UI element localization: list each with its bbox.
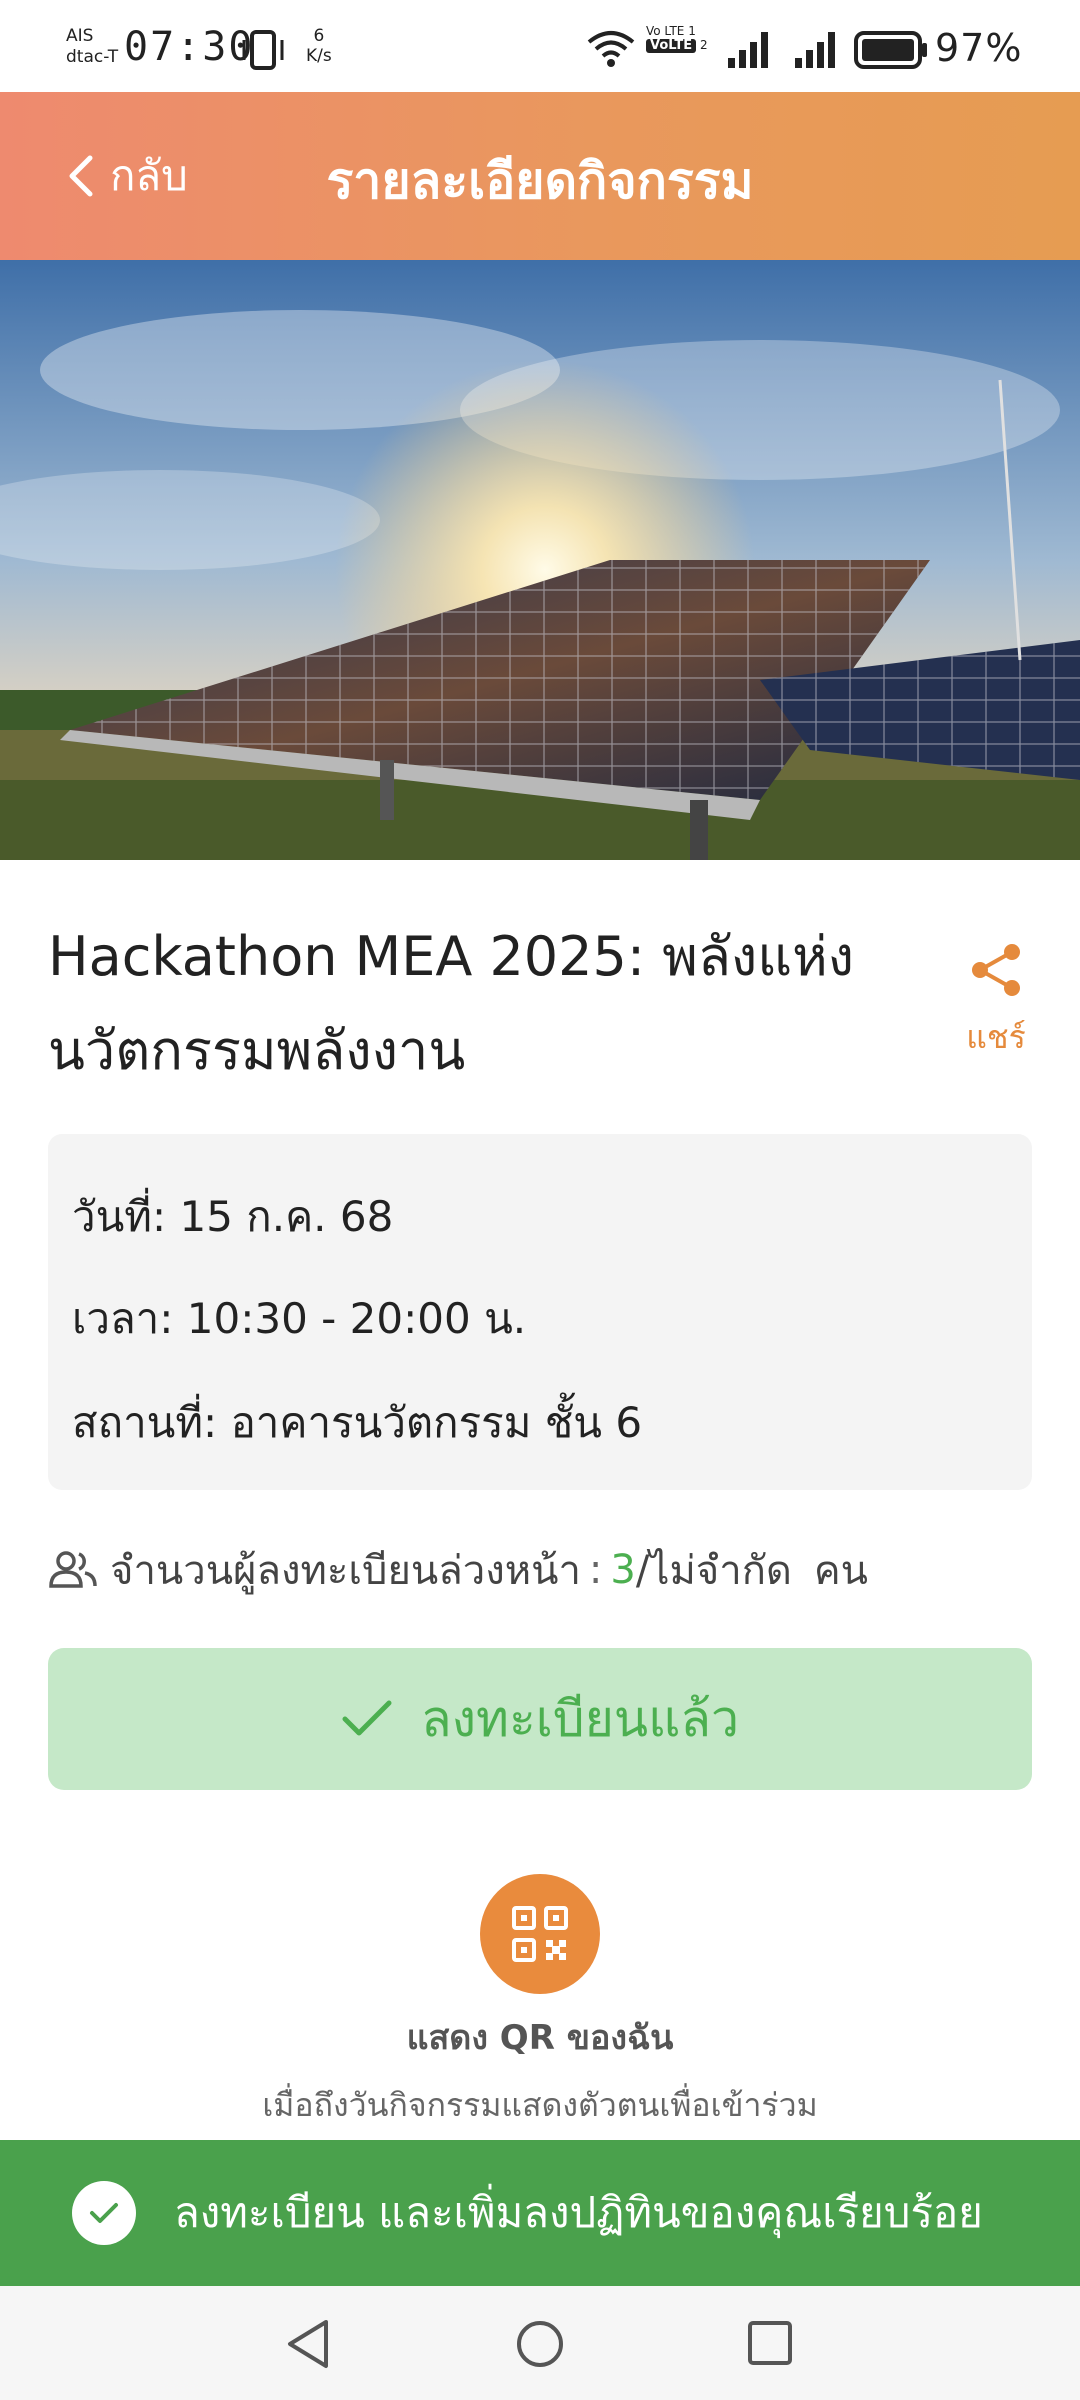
system-nav-bar: [0, 2286, 1080, 2400]
qr-hint: เมื่อถึงวันกิจกรรมแสดงตัวตนเพื่อเข้าร่วม: [262, 2086, 818, 2124]
time-label: เวลา:: [72, 1294, 174, 1343]
check-icon: [90, 2203, 118, 2223]
date-label: วันที่:: [72, 1192, 167, 1241]
vibrate-icon: [242, 30, 284, 70]
carrier-names: AIS dtac-T: [66, 26, 118, 68]
volte-top: Vo LTE 1: [646, 24, 696, 38]
people-icon: [49, 1551, 97, 1588]
attendee-unit: คน: [813, 1548, 869, 1594]
show-qr-button[interactable]: [480, 1874, 600, 1994]
page-title: รายละเอียดกิจกรรม: [326, 152, 754, 210]
share-label: แชร์: [966, 1018, 1026, 1056]
toast-message: ลงทะเบียน และเพิ่มลงปฏิทินของคุณเรียบร้อ…: [174, 2188, 983, 2237]
clock: 07:30: [124, 24, 255, 70]
event-info-card: วันที่: 15 ก.ค. 68 เวลา: 10:30 - 20:00 น…: [48, 1134, 1032, 1490]
share-button[interactable]: แชร์: [956, 940, 1036, 1063]
event-cover-image: [0, 260, 1080, 860]
carrier-2: dtac-T: [66, 47, 119, 67]
speed-value: 6: [313, 26, 325, 46]
volte-tag: VoLTE: [646, 39, 697, 53]
nav-home-icon[interactable]: [515, 2316, 565, 2372]
place-label: สถานที่:: [72, 1398, 218, 1447]
qr-label: แสดง QR ของฉัน: [406, 2018, 674, 2058]
registered-label: ลงทะเบียนแล้ว: [420, 1689, 740, 1748]
attendee-count: จำนวนผู้ลงทะเบียนล่วงหน้า : 3 /ไม่จำกัด …: [48, 1540, 868, 1600]
check-circle-icon: [72, 2181, 136, 2245]
battery-icon: [854, 31, 927, 69]
network-speed: 6 K/s: [306, 26, 332, 66]
qr-code-icon: [512, 1906, 568, 1962]
event-location: สถานที่: อาคารนวัตกรรม ชั้น 6: [72, 1390, 642, 1456]
event-date: วันที่: 15 ก.ค. 68: [72, 1184, 393, 1250]
nav-recent-apps-icon[interactable]: [746, 2318, 794, 2368]
volte-sim: 2: [700, 38, 708, 52]
registered-button[interactable]: ลงทะเบียนแล้ว: [48, 1648, 1032, 1790]
event-time: เวลา: 10:30 - 20:00 น.: [72, 1286, 526, 1352]
wifi-icon: [587, 31, 635, 67]
solar-panel-photo: [0, 260, 1080, 860]
attendee-limit: /ไม่จำกัด: [635, 1548, 792, 1594]
date-value: 15 ก.ค. 68: [179, 1192, 394, 1241]
time-value: 10:30 - 20:00 น.: [186, 1294, 527, 1343]
status-bar: AIS dtac-T 07:30 6 K/s Vo LTE 1 VoLTE 2: [0, 0, 1080, 92]
carrier-1: AIS: [66, 26, 94, 46]
speed-unit: K/s: [306, 46, 332, 66]
volte-indicator: Vo LTE 1 VoLTE 2: [646, 24, 708, 53]
success-toast: ลงทะเบียน และเพิ่มลงปฏิทินของคุณเรียบร้อ…: [0, 2140, 1080, 2286]
place-value: อาคารนวัตกรรม ชั้น 6: [230, 1398, 643, 1447]
app-header: กลับ รายละเอียดกิจกรรม: [0, 92, 1080, 260]
attendee-label: จำนวนผู้ลงทะเบียนล่วงหน้า: [110, 1548, 581, 1594]
check-icon: [342, 1700, 392, 1736]
battery-percentage: 97%: [935, 26, 1023, 70]
signal-icon: [728, 32, 768, 68]
share-icon: [972, 944, 1020, 996]
signal-icon: [795, 32, 835, 68]
attendee-number: 3: [610, 1547, 636, 1593]
attendee-separator: :: [588, 1547, 603, 1593]
event-title: Hackathon MEA 2025: พลังแห่งนวัตกรรมพลัง…: [48, 925, 855, 1082]
nav-back-icon[interactable]: [282, 2316, 334, 2372]
